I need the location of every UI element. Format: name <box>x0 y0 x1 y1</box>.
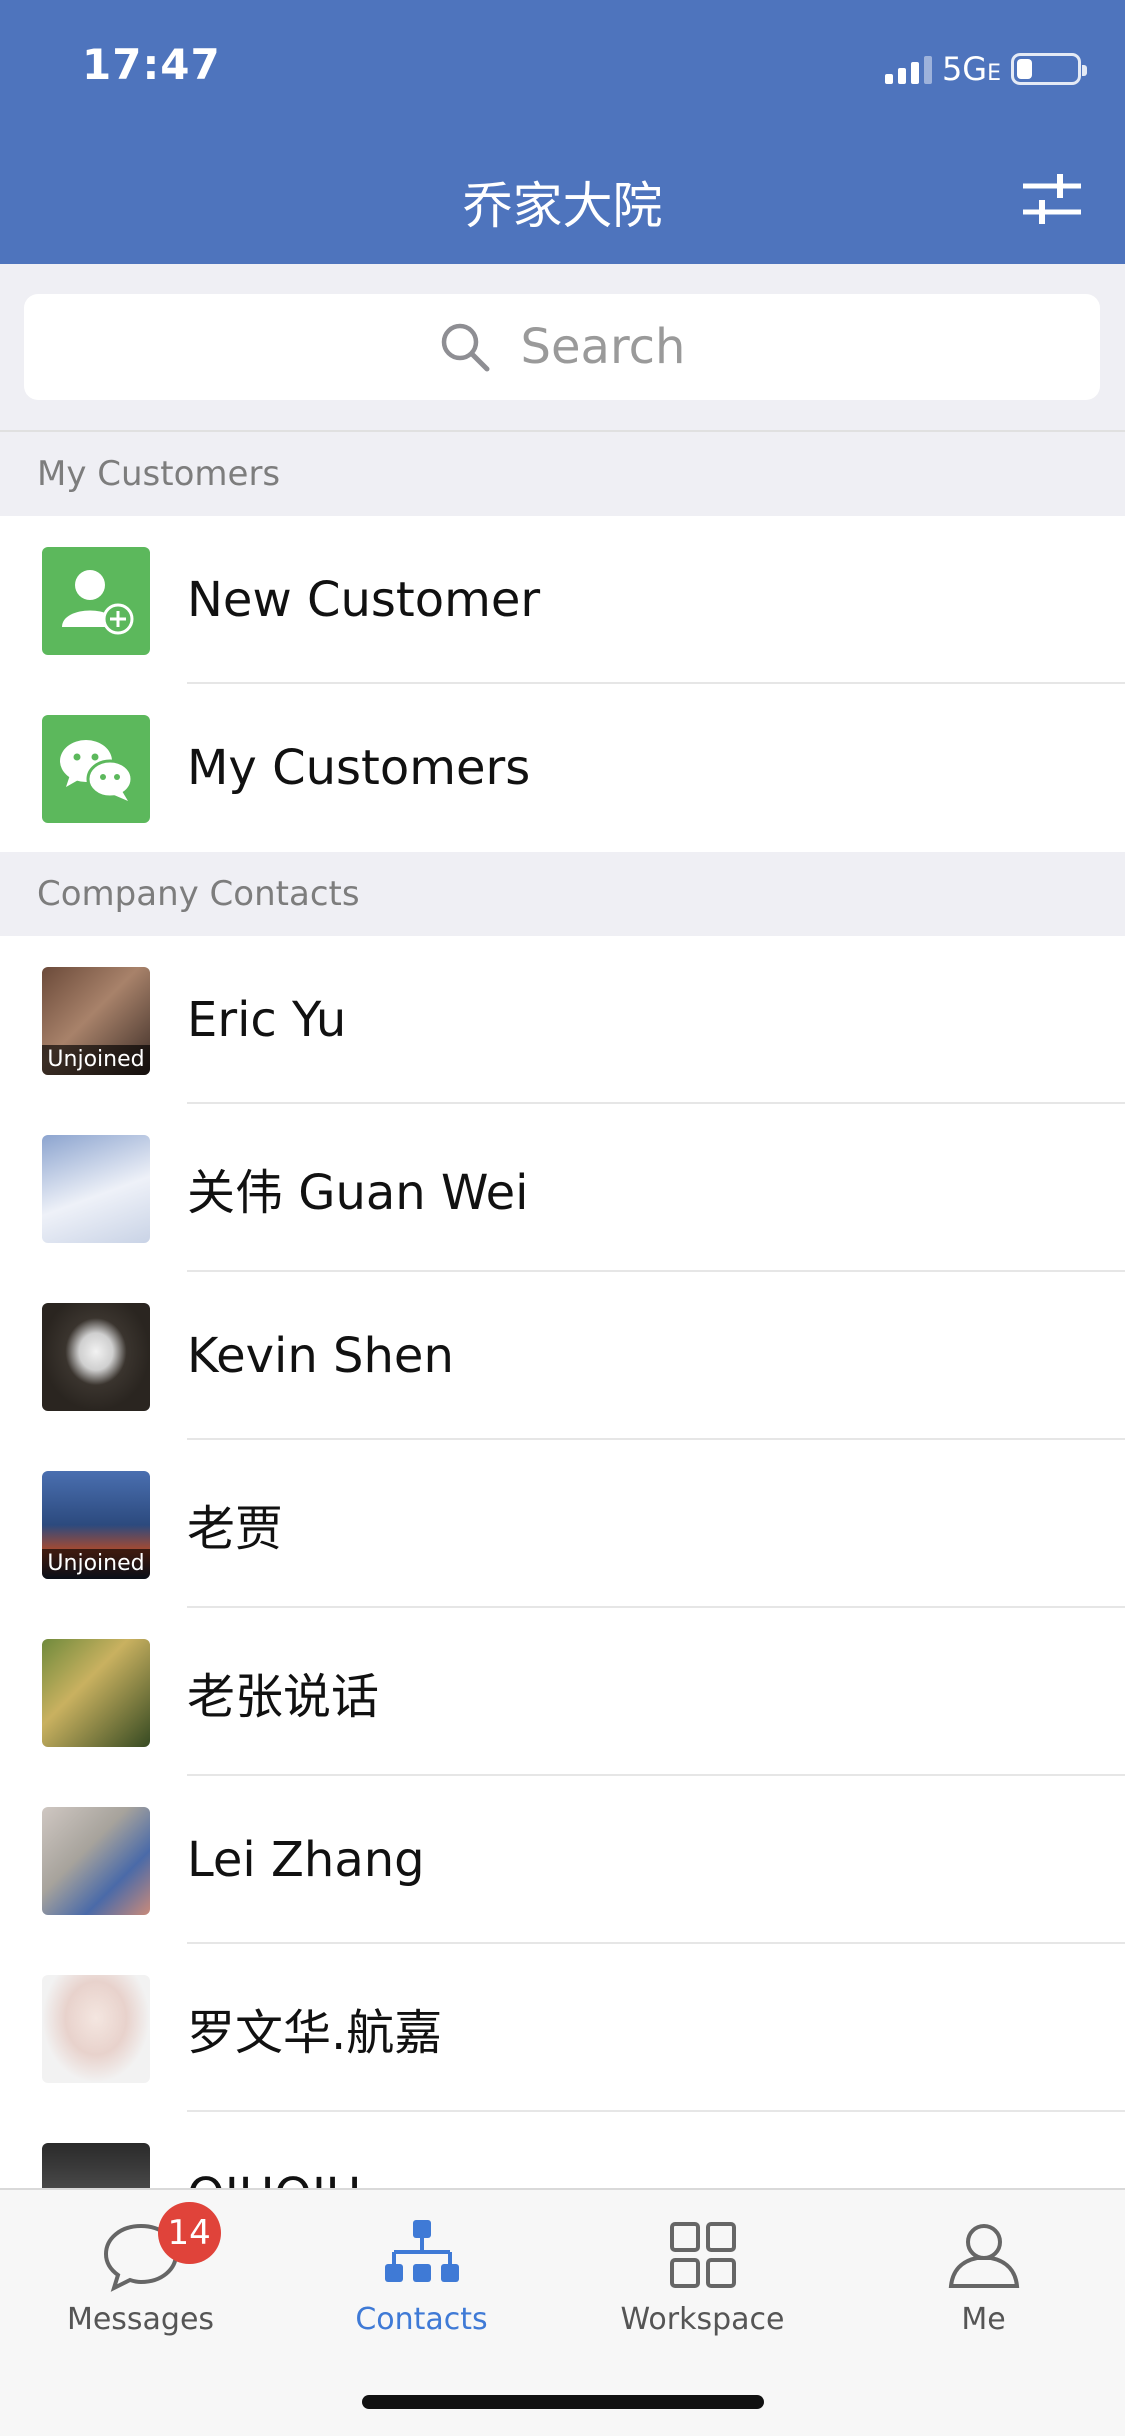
tab-label: Contacts <box>355 2302 488 2337</box>
contact-avatar <box>42 1639 150 1747</box>
grid-icon <box>662 2214 744 2296</box>
tab-label: Workspace <box>620 2302 785 2337</box>
contact-row[interactable]: 老张说话 <box>0 1608 1125 1776</box>
tab-me[interactable]: Me <box>843 2204 1124 2344</box>
add-person-icon <box>42 547 150 655</box>
contact-name: 老张说话 <box>187 1669 380 1725</box>
contact-name: Eric Yu <box>187 992 347 1048</box>
chat-bubble-icon: 14 <box>100 2202 221 2296</box>
contact-avatar: Unjoined <box>42 967 150 1075</box>
unjoined-badge: Unjoined <box>42 1045 150 1075</box>
search-bar-container: Search <box>0 264 1125 432</box>
signal-icon <box>884 54 932 84</box>
contact-row[interactable]: Lei Zhang <box>0 1776 1125 1944</box>
contact-name: Kevin Shen <box>187 1328 454 1384</box>
contact-row[interactable]: Kevin Shen <box>0 1272 1125 1440</box>
contact-row[interactable]: 关伟 Guan Wei <box>0 1104 1125 1272</box>
header: 17:47 5GE 乔家大院 <box>0 0 1125 264</box>
unread-badge: 14 <box>157 2202 221 2264</box>
tab-workspace[interactable]: Workspace <box>562 2204 843 2344</box>
contact-avatar <box>42 1303 150 1411</box>
contact-avatar: Unjoined <box>42 1471 150 1579</box>
contact-avatar <box>42 1807 150 1915</box>
contact-name: 老贾 <box>187 1501 284 1557</box>
contacts-screen: 17:47 5GE 乔家大院 Search My Customers New C… <box>0 0 1125 2436</box>
contact-avatar <box>42 1135 150 1243</box>
row-my-customers[interactable]: My Customers <box>0 684 1125 852</box>
filter-button[interactable] <box>1021 170 1083 226</box>
contact-avatar <box>42 1975 150 2083</box>
contact-row[interactable]: Unjoined Eric Yu <box>0 936 1125 1104</box>
network-label: 5GE <box>941 50 1001 88</box>
section-header-company-contacts: Company Contacts <box>0 852 1125 936</box>
search-input[interactable]: Search <box>24 294 1100 400</box>
unjoined-badge: Unjoined <box>42 1549 150 1579</box>
contact-name: 罗文华.航嘉 <box>187 2005 443 2061</box>
tab-contacts[interactable]: Contacts <box>281 2204 562 2344</box>
section-header-my-customers: My Customers <box>0 432 1125 516</box>
person-icon <box>943 2214 1025 2296</box>
row-new-customer[interactable]: New Customer <box>0 516 1125 684</box>
search-placeholder: Search <box>520 319 686 375</box>
status-indicators: 5GE <box>884 50 1087 88</box>
status-time: 17:47 <box>82 40 221 89</box>
contact-row[interactable]: Unjoined 老贾 <box>0 1440 1125 1608</box>
home-indicator[interactable] <box>362 2395 764 2409</box>
wechat-icon <box>42 715 150 823</box>
contact-row[interactable]: 罗文华.航嘉 <box>0 1944 1125 2112</box>
tab-label: Messages <box>66 2302 215 2337</box>
page-title: 乔家大院 <box>462 177 663 235</box>
tab-label: Me <box>961 2302 1006 2337</box>
row-label: New Customer <box>187 572 541 628</box>
sliders-icon <box>1023 174 1081 224</box>
row-label: My Customers <box>187 740 531 796</box>
battery-icon <box>1011 53 1087 85</box>
search-icon <box>441 323 490 372</box>
tab-messages[interactable]: 14 Messages <box>0 2202 281 2344</box>
org-chart-icon <box>381 2214 463 2296</box>
contact-name: Lei Zhang <box>187 1832 425 1888</box>
contact-name: 关伟 Guan Wei <box>187 1165 529 1221</box>
